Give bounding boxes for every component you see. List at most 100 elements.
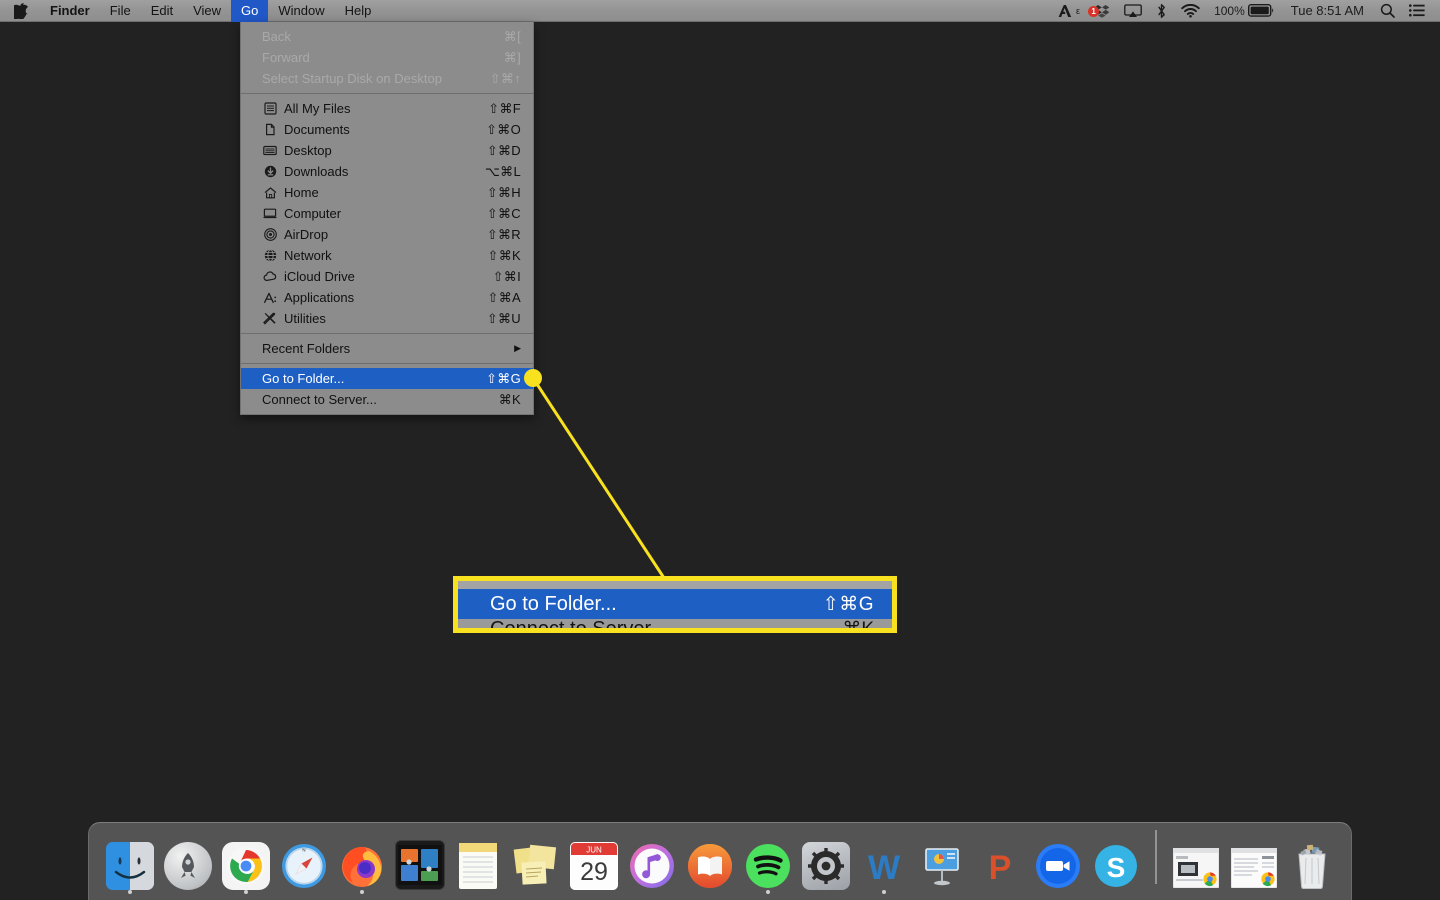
menu-item-select-startup-disk: Select Startup Disk on Desktop ⇧⌘↑: [241, 68, 533, 89]
airplay-icon[interactable]: [1117, 0, 1149, 22]
menu-item-utilities[interactable]: Utilities ⇧⌘U: [241, 308, 533, 329]
dock-item-powerpoint[interactable]: P: [971, 824, 1029, 896]
calendar-day: 29: [580, 858, 608, 886]
menu-item-documents-shortcut: ⇧⌘O: [486, 121, 521, 137]
menu-file-label: File: [109, 2, 131, 18]
calendar-month: JUN: [586, 846, 602, 855]
dock-item-ibooks[interactable]: [681, 824, 739, 896]
adobe-creative-cloud-icon[interactable]: ε: [1051, 0, 1087, 22]
menu-item-utilities-shortcut: ⇧⌘U: [486, 310, 521, 326]
menu-item-network[interactable]: Network ⇧⌘K: [241, 245, 533, 266]
menu-item-network-shortcut: ⇧⌘K: [487, 247, 521, 263]
menu-item-recent-folders[interactable]: Recent Folders ▶: [241, 338, 533, 359]
notification-center-icon[interactable]: [1402, 0, 1432, 22]
dock-minimized-chrome-window-1[interactable]: [1167, 824, 1225, 896]
dock-item-calendar[interactable]: JUN 29: [565, 824, 623, 896]
menu-finder-label: Finder: [50, 2, 90, 18]
search-icon[interactable]: [1373, 0, 1402, 22]
svg-text:W: W: [868, 849, 901, 887]
menu-item-all-my-files-shortcut: ⇧⌘F: [488, 100, 521, 116]
dock-separator: [1155, 830, 1157, 884]
menu-go-label: Go: [241, 2, 259, 18]
minimized-window-thumbnail: [1230, 847, 1278, 889]
dock-item-system-preferences[interactable]: [797, 824, 855, 896]
stickies-icon: [512, 842, 560, 890]
all-my-files-icon: [262, 102, 278, 116]
dock-item-itunes[interactable]: [623, 824, 681, 896]
callout-connect-to-server-row[interactable]: Connect to Server... ⌘K: [458, 617, 892, 633]
menu-item-forward: Forward ⌘]: [241, 47, 533, 68]
skype-icon: S: [1092, 842, 1140, 890]
home-icon: [262, 186, 278, 200]
notes-icon: [454, 842, 502, 890]
wifi-icon[interactable]: [1174, 0, 1207, 22]
dock: N JUN 29 W P S: [88, 822, 1352, 900]
dock-item-notes[interactable]: [449, 824, 507, 896]
callout-connect-to-server-label: Connect to Server...: [490, 617, 667, 633]
dock-item-mission-control[interactable]: [391, 824, 449, 896]
dropbox-icon[interactable]: 1: [1087, 0, 1117, 22]
menu-finder[interactable]: Finder: [40, 0, 100, 22]
menu-item-home[interactable]: Home ⇧⌘H: [241, 182, 533, 203]
dock-item-trash[interactable]: [1283, 824, 1341, 896]
battery-full-icon[interactable]: [1247, 0, 1282, 22]
dock-minimized-chrome-window-2[interactable]: [1225, 824, 1283, 896]
running-indicator: [360, 890, 364, 894]
callout-go-to-folder-row[interactable]: Go to Folder... ⇧⌘G: [458, 589, 892, 619]
dock-item-stickies[interactable]: [507, 824, 565, 896]
apple-logo-icon[interactable]: [0, 0, 40, 22]
menu-item-back-shortcut: ⌘[: [503, 28, 521, 44]
dock-item-safari[interactable]: N: [275, 824, 333, 896]
menu-item-computer[interactable]: Computer ⇧⌘C: [241, 203, 533, 224]
menu-item-icloud-drive[interactable]: iCloud Drive ⇧⌘I: [241, 266, 533, 287]
dock-item-zoom[interactable]: [1029, 824, 1087, 896]
running-indicator: [128, 890, 132, 894]
menu-item-airdrop[interactable]: AirDrop ⇧⌘R: [241, 224, 533, 245]
menu-window[interactable]: Window: [268, 0, 334, 22]
menu-item-go-to-folder-shortcut: ⇧⌘G: [486, 370, 521, 386]
menu-separator: [241, 93, 533, 94]
menu-item-all-my-files[interactable]: All My Files ⇧⌘F: [241, 98, 533, 119]
dock-item-launchpad[interactable]: [159, 824, 217, 896]
ibooks-icon: [686, 842, 734, 890]
dock-item-firefox[interactable]: [333, 824, 391, 896]
menu-item-go-to-folder[interactable]: Go to Folder... ⇧⌘G: [241, 368, 533, 389]
menu-item-documents-label: Documents: [284, 122, 350, 137]
menu-view[interactable]: View: [183, 0, 231, 22]
menu-item-select-startup-disk-label: Select Startup Disk on Desktop: [262, 71, 442, 86]
menu-view-label: View: [193, 2, 222, 18]
dock-item-google-chrome[interactable]: [217, 824, 275, 896]
dock-item-skype[interactable]: S: [1087, 824, 1145, 896]
menu-window-label: Window: [278, 2, 325, 18]
menu-item-downloads[interactable]: Downloads ⌥⌘L: [241, 161, 533, 182]
icloud-drive-icon: [262, 270, 278, 284]
itunes-icon: [628, 842, 676, 890]
menu-help[interactable]: Help: [335, 0, 382, 22]
menu-go[interactable]: Go: [231, 0, 269, 22]
dock-item-keynote[interactable]: [913, 824, 971, 896]
menu-item-downloads-shortcut: ⌥⌘L: [484, 163, 521, 179]
menu-bar-clock[interactable]: Tue 8:51 AM: [1282, 0, 1373, 22]
mission-control-icon: [395, 840, 445, 890]
dock-item-microsoft-word[interactable]: W: [855, 824, 913, 896]
menu-file[interactable]: File: [100, 0, 141, 22]
powerpoint-icon: P: [976, 842, 1024, 890]
menu-item-applications-label: Applications: [284, 290, 355, 305]
dock-item-spotify[interactable]: [739, 824, 797, 896]
microsoft-word-icon: W: [860, 842, 908, 890]
safari-icon: N: [280, 842, 328, 890]
menu-item-desktop-shortcut: ⇧⌘D: [486, 142, 521, 158]
menu-item-connect-to-server[interactable]: Connect to Server... ⌘K: [241, 389, 533, 410]
menu-item-desktop[interactable]: Desktop ⇧⌘D: [241, 140, 533, 161]
running-indicator: [766, 890, 770, 894]
menu-item-network-label: Network: [284, 248, 332, 263]
menu-item-applications[interactable]: Applications ⇧⌘A: [241, 287, 533, 308]
bluetooth-icon[interactable]: [1149, 0, 1174, 22]
trash-icon: [1288, 842, 1336, 890]
utilities-icon: [262, 312, 278, 326]
menu-item-documents[interactable]: Documents ⇧⌘O: [241, 119, 533, 140]
dock-item-finder[interactable]: [101, 824, 159, 896]
menu-edit[interactable]: Edit: [141, 0, 183, 22]
desktop-icon: [262, 144, 278, 158]
firefox-icon: [338, 842, 386, 890]
